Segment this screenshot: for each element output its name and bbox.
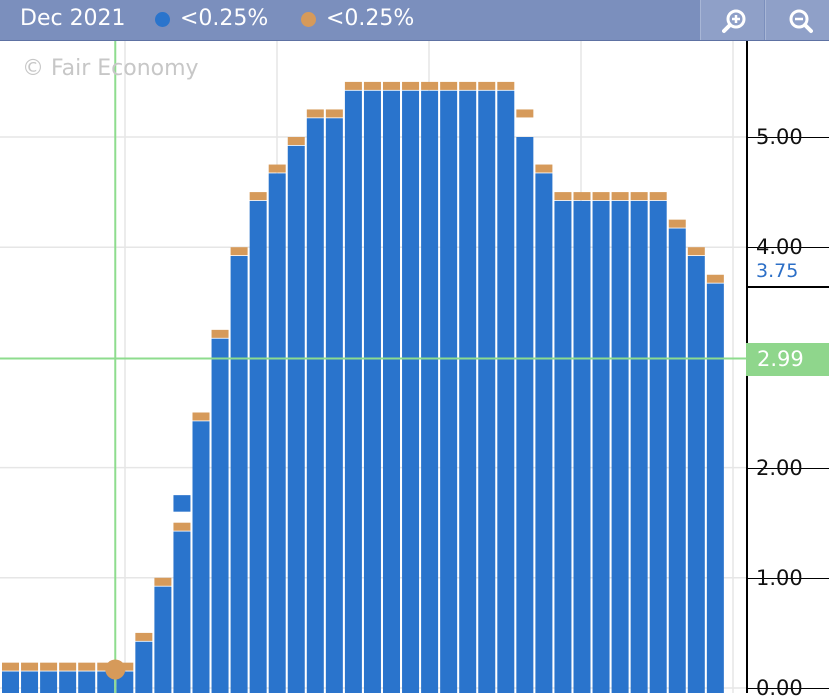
bar — [516, 137, 534, 693]
bar-cap — [478, 81, 496, 90]
zoom-out-icon — [789, 9, 813, 33]
y-tick-label: 5.00 — [756, 125, 803, 149]
bar — [21, 671, 39, 693]
last-value-marker: 3.75 — [756, 259, 799, 282]
bar — [402, 90, 420, 693]
bar-cap — [40, 662, 58, 671]
bar — [211, 338, 229, 693]
bar-cap — [344, 81, 362, 90]
bar-cap — [516, 109, 534, 118]
bar-cap — [592, 192, 610, 201]
bar-cap — [268, 164, 286, 173]
bar — [325, 118, 343, 693]
bar — [192, 421, 210, 693]
bar — [2, 671, 19, 693]
bar — [154, 586, 172, 693]
bar-cap — [325, 109, 343, 118]
bar-cap — [21, 662, 39, 671]
bar-cap — [249, 192, 267, 201]
bar-cap — [287, 137, 305, 145]
period-label: Dec 2021 — [20, 6, 126, 31]
bar — [497, 90, 515, 693]
bar-cap — [135, 632, 153, 641]
chart-header: Dec 2021 <0.25% <0.25% — [0, 0, 829, 41]
bar-cap — [687, 247, 705, 256]
bar — [630, 200, 648, 693]
bar — [554, 200, 572, 693]
bar-cap — [2, 662, 19, 671]
legend-label-orange: <0.25% — [326, 6, 415, 31]
watermark: © Fair Economy — [22, 56, 199, 81]
bar — [59, 671, 77, 693]
bar-extension — [173, 495, 191, 512]
bar-cap — [668, 219, 686, 228]
highlight-point — [105, 659, 126, 680]
bar — [287, 145, 305, 693]
y-tick-label: 0.00 — [756, 676, 803, 700]
bar-cap — [440, 81, 458, 90]
legend-label-blue: <0.25% — [180, 6, 269, 31]
y-tick-label: 4.00 — [756, 235, 803, 260]
bar — [611, 200, 629, 693]
last-value-line — [746, 285, 829, 288]
zoom-in-icon — [722, 9, 746, 33]
bar — [592, 200, 610, 693]
legend-dot-blue — [155, 12, 170, 27]
bar — [230, 256, 248, 693]
bar — [573, 200, 591, 693]
bar — [249, 200, 267, 693]
chart-plot-area — [0, 41, 746, 693]
bar-cap — [59, 662, 77, 671]
bar — [268, 173, 286, 693]
y-tick-label: 1.00 — [756, 565, 803, 590]
bar-cap — [649, 192, 667, 201]
bar — [535, 173, 553, 693]
bar-cap — [306, 109, 324, 118]
bar-cap — [211, 329, 229, 338]
bar-cap — [173, 522, 191, 531]
bar — [421, 90, 439, 693]
bar-cap — [154, 577, 172, 586]
bar — [344, 90, 362, 693]
bar-cap — [554, 192, 572, 201]
bar-cap — [630, 192, 648, 201]
bar-cap — [459, 81, 477, 90]
bar-cap — [78, 662, 96, 671]
bar — [40, 671, 58, 693]
bar-cap — [535, 164, 553, 173]
bar-cap — [230, 247, 248, 256]
crosshair-value-marker: 2.99 — [746, 342, 829, 376]
bar — [306, 118, 324, 693]
bar — [135, 641, 153, 693]
zoom-in-button[interactable] — [700, 0, 764, 40]
bar-cap — [192, 412, 210, 421]
bar — [78, 671, 96, 693]
bar — [706, 283, 724, 693]
zoom-out-button[interactable] — [765, 0, 829, 40]
bar-cap — [706, 274, 724, 283]
bar-cap — [402, 81, 420, 90]
bar — [363, 90, 381, 693]
y-tick-label: 2.00 — [756, 455, 803, 480]
bar — [173, 531, 191, 693]
bar — [687, 256, 705, 693]
bar-cap — [383, 81, 400, 90]
bar-cap — [363, 81, 381, 90]
bar-cap — [573, 192, 591, 201]
legend-dot-orange — [301, 12, 316, 27]
bar-cap — [611, 192, 629, 201]
bar — [440, 90, 458, 693]
bar — [383, 90, 400, 693]
bar-cap — [497, 81, 515, 90]
bar-cap — [421, 81, 439, 90]
bar — [459, 90, 477, 693]
bar — [649, 200, 667, 693]
bar — [668, 228, 686, 693]
bar — [478, 90, 496, 693]
